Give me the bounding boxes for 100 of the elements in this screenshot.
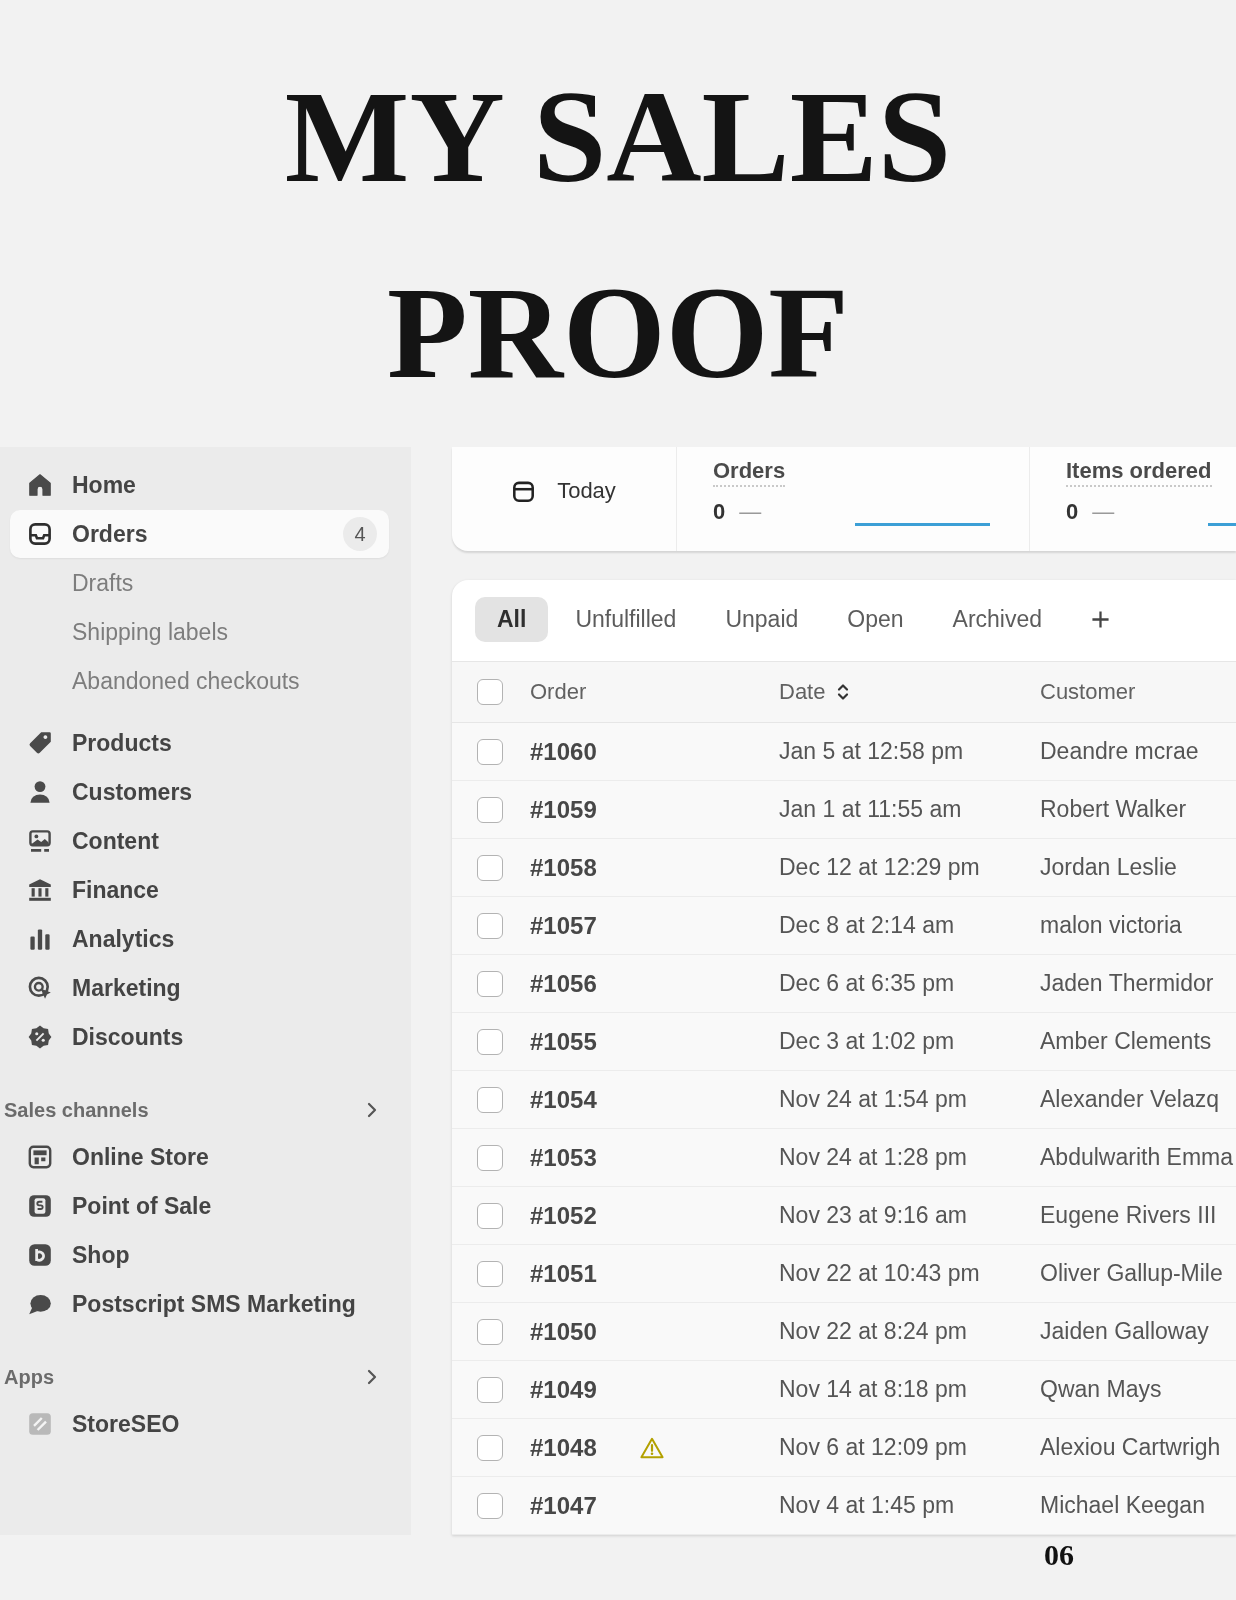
nav-item[interactable]: Point of Sale [28,1182,212,1230]
inbox-icon [28,522,52,546]
order-date: Nov 24 at 1:28 pm [779,1144,967,1171]
customer-name: Abdulwarith Emma [1040,1144,1234,1171]
table-row[interactable]: #1056 Dec 6 at 6:35 pm Jaden Thermidor [452,955,1236,1013]
filter-tab[interactable]: Open [825,597,926,642]
nav-item[interactable]: StoreSEO [28,1400,180,1448]
bar-chart-icon [28,927,52,951]
layout-tile-icon [28,1145,52,1169]
filter-tab[interactable]: Archived [930,597,1065,642]
metric-change: — [1092,499,1115,525]
checkbox[interactable] [477,1318,503,1345]
add-view-button[interactable] [1091,610,1111,629]
customer-name: Robert Walker [1040,796,1187,823]
metric-label[interactable]: Items ordered [1066,457,1212,487]
column-header[interactable]: Date [779,679,850,705]
checkbox[interactable] [477,796,503,823]
nav-item[interactable]: Postscript SMS Marketing [28,1280,356,1328]
table-row[interactable]: #1048 Nov 6 at 12:09 pm Alexiou Cartwrigh [452,1419,1236,1477]
table-row[interactable]: #1060 Jan 5 at 12:58 pm Deandre mcrae [452,723,1236,781]
column-header: Customer [1040,679,1136,705]
order-number: #1047 [530,1491,597,1520]
table-row[interactable]: #1054 Nov 24 at 1:54 pm Alexander Velazq [452,1071,1236,1129]
order-date: Nov 4 at 1:45 pm [779,1492,955,1519]
checkbox[interactable] [477,1202,503,1229]
slashes-tile-icon [28,1412,52,1436]
column-header: Order [530,679,587,705]
checkbox[interactable] [477,1144,503,1171]
table-row[interactable]: #1055 Dec 3 at 1:02 pm Amber Clements [452,1013,1236,1071]
order-date: Nov 6 at 12:09 pm [779,1434,967,1461]
customer-name: malon victoria [1040,912,1182,939]
filter-tab[interactable]: Unfulfilled [553,597,699,642]
home-icon [28,473,52,497]
bank-icon [28,878,52,902]
order-date: Jan 5 at 12:58 pm [779,738,964,765]
percent-badge-icon [28,1025,52,1049]
metric-label[interactable]: Orders [713,457,786,487]
order-date: Dec 12 at 12:29 pm [779,854,980,881]
monitor-icon [28,829,52,853]
date-filter-button[interactable]: Today [512,478,616,504]
order-number: #1049 [530,1375,597,1404]
order-number: #1056 [530,969,597,998]
nav-item[interactable]: Shop [28,1231,130,1279]
customer-name: Deandre mcrae [1040,738,1199,765]
nav-item[interactable]: Customers [28,768,193,816]
checkbox[interactable] [477,1028,503,1055]
nav-item[interactable]: Marketing [28,964,181,1012]
table-row[interactable]: #1052 Nov 23 at 9:16 am Eugene Rivers III [452,1187,1236,1245]
customer-name: Qwan Mays [1040,1376,1162,1403]
order-number: #1055 [530,1027,597,1056]
count-badge: 4 [343,517,377,551]
order-number: #1057 [530,911,597,940]
table-row[interactable]: #1047 Nov 4 at 1:45 pm Michael Keegan [452,1477,1236,1535]
chat-bubble-icon [28,1292,52,1316]
order-date: Nov 22 at 8:24 pm [779,1318,967,1345]
checkbox[interactable] [477,970,503,997]
metric-change: — [739,499,762,525]
person-icon [28,780,52,804]
table-row[interactable]: #1051 Nov 22 at 10:43 pm Oliver Gallup-Mile [452,1245,1236,1303]
customer-name: Michael Keegan [1040,1492,1205,1519]
checkbox[interactable] [477,854,503,881]
checkbox[interactable] [477,1260,503,1287]
customer-name: Amber Clements [1040,1028,1212,1055]
filter-tab[interactable]: All [475,597,549,642]
order-number: #1052 [530,1201,597,1230]
tag-icon [28,731,52,755]
customer-name: Eugene Rivers III [1040,1202,1217,1229]
filter-tab[interactable]: Unpaid [703,597,821,642]
order-number: #1050 [530,1317,597,1346]
checkbox[interactable] [477,1434,503,1461]
customer-name: Alexander Velazq [1040,1086,1219,1113]
checkbox[interactable] [477,1376,503,1403]
chevron-right-icon[interactable] [367,1369,377,1385]
chevron-right-icon[interactable] [367,1102,377,1118]
section-title: Sales channels [4,1098,149,1122]
nav-item[interactable]: Online Store [28,1133,209,1181]
nav-item[interactable]: Products [28,719,172,767]
table-row[interactable]: #1057 Dec 8 at 2:14 am malon victoria [452,897,1236,955]
customer-name: Oliver Gallup-Mile [1040,1260,1223,1287]
order-number: #1060 [530,737,597,766]
table-row[interactable]: #1050 Nov 22 at 8:24 pm Jaiden Galloway [452,1303,1236,1361]
nav-item[interactable]: Home [28,461,136,509]
nav-item[interactable]: Analytics [28,915,175,963]
nav-item[interactable]: Discounts [28,1013,184,1061]
calendar-icon [512,479,536,503]
checkbox[interactable] [477,1086,503,1113]
table-row[interactable]: #1053 Nov 24 at 1:28 pm Abdulwarith Emma [452,1129,1236,1187]
metric-value: 0 [713,499,726,525]
order-date: Nov 14 at 8:18 pm [779,1376,967,1403]
checkbox[interactable] [477,912,503,939]
nav-item[interactable]: Finance [28,866,159,914]
customer-name: Alexiou Cartwrigh [1040,1434,1221,1461]
checkbox[interactable] [477,738,503,765]
checkbox[interactable] [477,679,503,705]
table-row[interactable]: #1058 Dec 12 at 12:29 pm Jordan Leslie [452,839,1236,897]
nav-item[interactable]: Content [28,817,159,865]
table-row[interactable]: #1049 Nov 14 at 8:18 pm Qwan Mays [452,1361,1236,1419]
table-row[interactable]: #1059 Jan 1 at 11:55 am Robert Walker [452,781,1236,839]
nav-item[interactable]: Orders 4 [10,510,389,558]
checkbox[interactable] [477,1492,503,1519]
